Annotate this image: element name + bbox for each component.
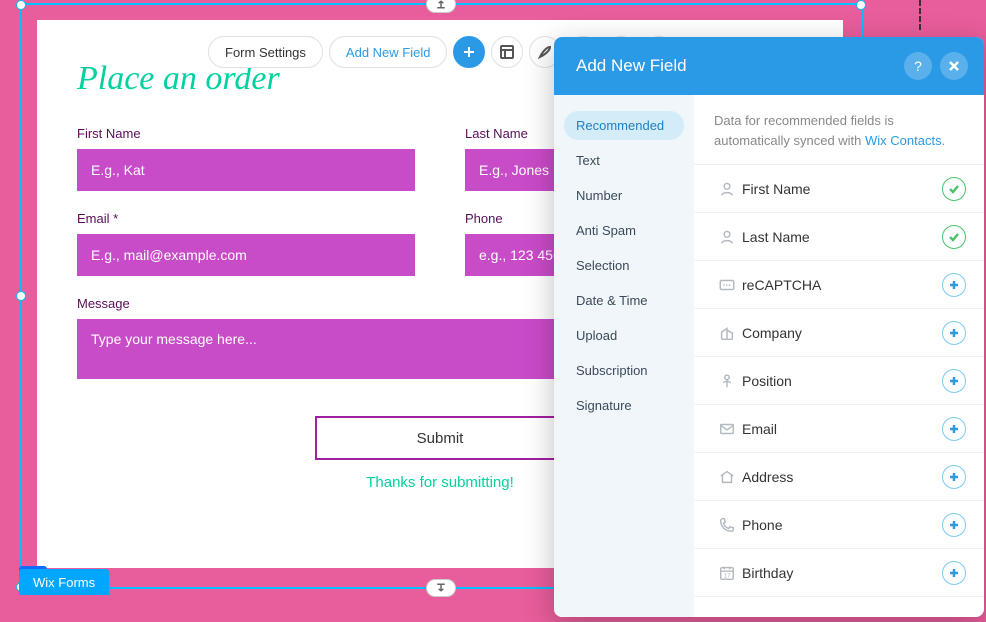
guide-line (919, 0, 921, 30)
field-option-label: Birthday (742, 565, 942, 581)
category-text[interactable]: Text (564, 146, 684, 175)
add-field-button[interactable] (942, 465, 966, 489)
stretch-button-top[interactable] (426, 0, 456, 13)
input-email[interactable] (77, 234, 415, 276)
recommended-note: Data for recommended fields is automatic… (694, 95, 984, 165)
label-email: Email * (77, 211, 415, 226)
mail-icon (712, 420, 742, 438)
field-option-recaptcha[interactable]: reCAPTCHA (694, 261, 984, 309)
label-first-name: First Name (77, 126, 415, 141)
added-indicator (942, 225, 966, 249)
layout-icon[interactable] (491, 36, 523, 68)
calendar-icon (712, 564, 742, 582)
add-field-button[interactable] (942, 417, 966, 441)
field-option-label: Company (742, 325, 942, 341)
modal-title: Add New Field (576, 56, 896, 76)
stretch-button-bottom[interactable] (426, 579, 456, 597)
add-field-button[interactable] (942, 369, 966, 393)
field-option-label: Position (742, 373, 942, 389)
resize-handle[interactable] (16, 291, 26, 301)
home-icon (712, 468, 742, 486)
field-option-email[interactable]: Email (694, 405, 984, 453)
plus-icon[interactable] (453, 36, 485, 68)
person-icon (712, 228, 742, 246)
add-field-button[interactable] (942, 321, 966, 345)
wix-forms-tag[interactable]: Wix Forms (19, 569, 109, 595)
field-option-label: First Name (742, 181, 942, 197)
category-recommended[interactable]: Recommended (564, 111, 684, 140)
field-email: Email * (77, 211, 415, 276)
modal-help-button[interactable]: ? (904, 52, 932, 80)
company-icon (712, 324, 742, 342)
phone-icon (712, 516, 742, 534)
field-option-label: reCAPTCHA (742, 277, 942, 293)
resize-handle[interactable] (436, 0, 446, 10)
category-number[interactable]: Number (564, 181, 684, 210)
field-option-first-name[interactable]: First Name (694, 165, 984, 213)
field-option-position[interactable]: Position (694, 357, 984, 405)
note-post: . (942, 133, 946, 148)
added-indicator (942, 177, 966, 201)
field-option-address[interactable]: Address (694, 453, 984, 501)
category-signature[interactable]: Signature (564, 391, 684, 420)
field-first-name: First Name (77, 126, 415, 191)
position-icon (712, 372, 742, 390)
category-date-time[interactable]: Date & Time (564, 286, 684, 315)
form-settings-button[interactable]: Form Settings (208, 36, 323, 68)
add-field-button[interactable] (942, 273, 966, 297)
add-field-modal: Add New Field ? Recommended Text Number Ant… (554, 37, 984, 617)
field-option-label: Address (742, 469, 942, 485)
add-new-field-button[interactable]: Add New Field (329, 36, 448, 68)
input-first-name[interactable] (77, 149, 415, 191)
category-upload[interactable]: Upload (564, 321, 684, 350)
person-icon (712, 180, 742, 198)
field-option-label: Email (742, 421, 942, 437)
field-option-label: Phone (742, 517, 942, 533)
field-option-birthday[interactable]: Birthday (694, 549, 984, 597)
field-option-phone[interactable]: Phone (694, 501, 984, 549)
captcha-icon (712, 276, 742, 294)
field-category-sidebar: Recommended Text Number Anti Spam Selection D… (554, 95, 694, 617)
category-subscription[interactable]: Subscription (564, 356, 684, 385)
submit-button[interactable]: Submit (315, 416, 565, 460)
field-option-label: Last Name (742, 229, 942, 245)
resize-handle[interactable] (856, 0, 866, 10)
category-anti-spam[interactable]: Anti Spam (564, 216, 684, 245)
close-icon[interactable] (940, 52, 968, 80)
field-option-company[interactable]: Company (694, 309, 984, 357)
resize-handle[interactable] (16, 0, 26, 10)
field-option-last-name[interactable]: Last Name (694, 213, 984, 261)
add-field-button[interactable] (942, 513, 966, 537)
field-list: Data for recommended fields is automatic… (694, 95, 984, 617)
category-selection[interactable]: Selection (564, 251, 684, 280)
add-field-button[interactable] (942, 561, 966, 585)
resize-handle[interactable] (436, 582, 446, 592)
wix-contacts-link[interactable]: Wix Contacts (865, 133, 942, 148)
